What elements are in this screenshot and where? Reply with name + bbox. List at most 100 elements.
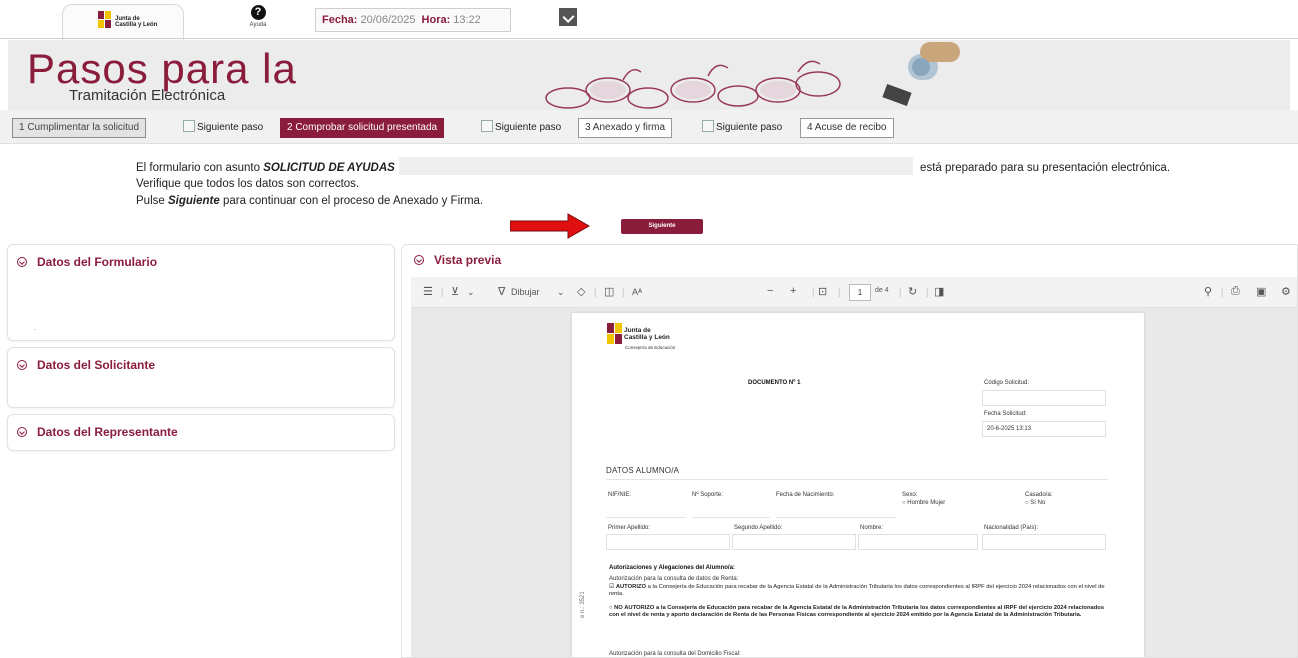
pdf-toolbar: ☰ | ⊻ ⌄ ∇ Dibujar ⌄ ◇ | ◫ | Aᴬ − + | ⊡ |… xyxy=(411,277,1297,308)
zoom-in-icon[interactable]: + xyxy=(790,285,796,297)
doc-title: DOCUMENTO Nº 1 xyxy=(748,380,801,386)
nacionalidad-label: Nacionalidad (País): xyxy=(984,525,1039,531)
search-icon[interactable]: ⚲ xyxy=(1204,285,1212,298)
next-step-label: Siguiente paso xyxy=(197,122,264,133)
panel-datos-solicitante: Datos del Solicitante xyxy=(7,347,395,408)
instruction-text-1: Pulse xyxy=(136,195,165,207)
panel-header-solicitante[interactable]: Datos del Solicitante xyxy=(17,358,155,372)
collapse-icon xyxy=(414,255,424,265)
broken-image-icon xyxy=(183,120,195,132)
date-value: 20/06/2025 xyxy=(360,14,416,26)
autorizo-text: a la Consejería de Educación para recaba… xyxy=(609,584,1105,598)
collapse-icon xyxy=(17,360,27,370)
step-1[interactable]: 1 Cumplimentar la solicitud xyxy=(12,118,147,138)
jcyl-logo[interactable]: Junta de Castilla y León xyxy=(62,4,184,42)
date-label: Fecha: xyxy=(322,14,358,26)
nacionalidad-field xyxy=(982,534,1106,550)
checkbox-icon[interactable] xyxy=(559,8,577,26)
next-step-link-2[interactable]: Siguiente paso xyxy=(481,120,561,135)
time-label: Hora: xyxy=(421,14,451,26)
autorizo-paragraph: ☑ AUTORIZO a la Consejería de Educación … xyxy=(609,584,1105,598)
nacimiento-label: Fecha de Nacimiento: xyxy=(776,492,835,498)
next-step-link-3[interactable]: Siguiente paso xyxy=(702,120,782,135)
page-number-input[interactable]: 1 xyxy=(849,284,871,301)
read-aloud-icon[interactable]: Aᴬ xyxy=(632,287,642,297)
pdf-page: Junta de Castilla y León Consejería de E… xyxy=(572,313,1144,657)
panel-header-vista-previa[interactable]: Vista previa xyxy=(414,253,501,267)
fit-page-icon[interactable]: ⊡ xyxy=(818,285,827,298)
autorizaciones-title: Autorizaciones y Alegaciones del Alumno/… xyxy=(609,565,735,571)
page-layout-icon[interactable]: ◨ xyxy=(934,285,944,298)
draw-button[interactable]: Dibujar xyxy=(511,287,540,297)
pdf-viewer[interactable]: Junta de Castilla y León Consejería de E… xyxy=(411,308,1297,657)
collapse-icon xyxy=(17,257,27,267)
contents-icon[interactable]: ☰ xyxy=(423,285,433,298)
fecha-label: Fecha Solicitud: xyxy=(984,411,1027,417)
broken-image-icon xyxy=(702,120,714,132)
save-icon[interactable]: ▣ xyxy=(1256,285,1266,298)
nombre-label: Nombre: xyxy=(860,525,884,531)
help-button[interactable]: ? Ayuda xyxy=(244,5,272,28)
soporte-label: Nº Soporte: xyxy=(692,492,723,498)
panel-placeholder: . xyxy=(34,323,37,332)
page-count: de 4 xyxy=(875,287,889,294)
apellido2-field xyxy=(732,534,856,550)
step-3[interactable]: 3 Anexado y firma xyxy=(578,118,673,138)
divider xyxy=(0,38,1298,39)
next-button[interactable]: Siguiente xyxy=(621,219,703,234)
autorizacion-renta-label: Autorización para la consulta de datos d… xyxy=(609,576,739,582)
next-step-link-1[interactable]: Siguiente paso xyxy=(183,120,263,135)
view-icon[interactable]: ◫ xyxy=(604,285,614,298)
instruction-message: Pulse Siguiente para continuar con el pr… xyxy=(136,195,483,207)
step-4[interactable]: 4 Acuse de recibo xyxy=(800,118,894,138)
print-icon[interactable]: ⎙ xyxy=(1231,285,1240,298)
red-arrow-icon xyxy=(510,213,590,239)
jcyl-shield-icon xyxy=(98,11,112,29)
section-alumno: DATOS ALUMNO/A xyxy=(606,466,680,475)
help-label: Ayuda xyxy=(249,22,267,28)
panel-title: Datos del Formulario xyxy=(37,255,158,269)
codigo-field xyxy=(982,390,1106,406)
chevron-down-icon[interactable]: ⌄ xyxy=(467,287,475,298)
date-time-box: Fecha: 20/06/2025 Hora: 13:22 xyxy=(315,8,511,32)
banner: Pasos para la Tramitación Electrónica xyxy=(8,40,1290,110)
logo-text: Junta de Castilla y León xyxy=(115,16,157,28)
draw-icon[interactable]: ∇ xyxy=(498,285,505,298)
side-identifier: e n.: 3521 xyxy=(580,591,586,618)
apellido2-label: Segundo Apellido: xyxy=(734,525,783,531)
jcyl-shield-icon xyxy=(607,323,622,344)
instruction-bold: Siguiente xyxy=(167,195,220,207)
instruction-text-2: para continuar con el proceso de Anexado… xyxy=(222,195,484,207)
casado-options[interactable]: ○ Sí No xyxy=(1025,500,1045,506)
sexo-options[interactable]: ○ Hombre Mujer xyxy=(902,500,945,506)
eraser-icon[interactable]: ◇ xyxy=(577,285,585,298)
redacted-area xyxy=(398,157,913,175)
zoom-out-icon[interactable]: − xyxy=(767,285,773,297)
fecha-value: 20-6-2025 13:13 xyxy=(987,426,1032,432)
settings-icon[interactable]: ⚙ xyxy=(1281,285,1291,298)
chevron-down-icon[interactable]: ⌄ xyxy=(557,287,565,298)
panel-header-formulario[interactable]: Datos del Formulario xyxy=(17,255,157,269)
next-step-label: Siguiente paso xyxy=(495,122,562,133)
field-line xyxy=(692,517,770,518)
apellido1-field xyxy=(606,534,730,550)
time-value: 13:22 xyxy=(453,14,481,26)
rotate-icon[interactable]: ↻ xyxy=(908,285,917,298)
panel-title: Datos del Representante xyxy=(37,425,178,439)
next-step-label: Siguiente paso xyxy=(716,122,783,133)
highlight-icon[interactable]: ⊻ xyxy=(451,285,459,298)
toolbar-separator: | xyxy=(926,287,929,297)
doc-logo-text: Junta de Castilla y León xyxy=(624,327,670,341)
nombre-field xyxy=(858,534,978,550)
panel-header-representante[interactable]: Datos del Representante xyxy=(17,425,178,439)
codigo-label: Código Solicitud: xyxy=(984,380,1030,386)
step-2[interactable]: 2 Comprobar solicitud presentada xyxy=(280,118,445,138)
field-line xyxy=(776,517,896,518)
no-autorizo-text: a la Consejería de Educación para recaba… xyxy=(609,605,1105,619)
doc-logo-line2: Castilla y León xyxy=(624,334,670,341)
info-message: El formulario con asunto SOLICITUD DE AY… xyxy=(136,157,1196,192)
no-autorizo-bold: NO AUTORIZO xyxy=(614,605,655,611)
panel-datos-representante: Datos del Representante xyxy=(7,414,395,451)
field-line xyxy=(606,517,686,518)
toolbar-separator: | xyxy=(594,287,597,297)
